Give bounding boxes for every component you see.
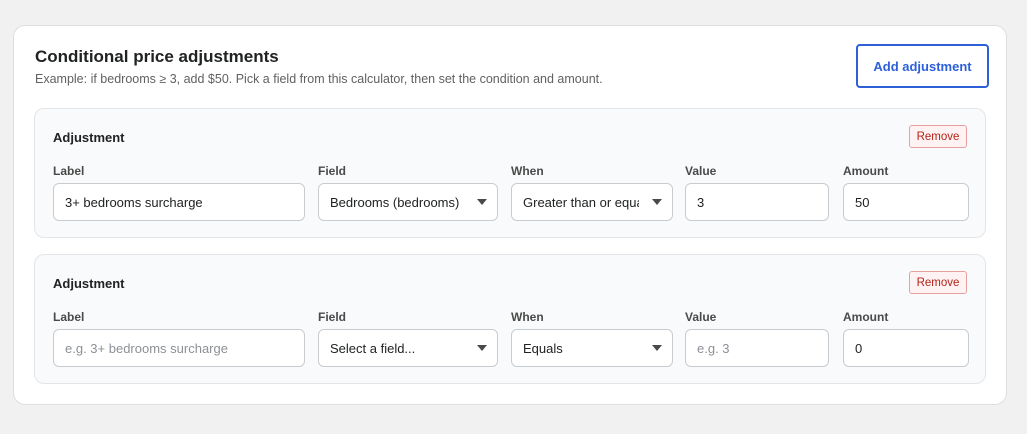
when-select-group: When Greater than or equal	[511, 164, 673, 221]
field-select-label: Field	[318, 310, 347, 324]
when-select-value: Equals	[523, 340, 563, 356]
adjustment-row: Adjustment Remove Label Field Bedrooms (…	[34, 108, 986, 238]
label-input-wrapper	[53, 329, 305, 367]
when-select[interactable]: Greater than or equal	[511, 183, 673, 221]
when-select-value: Greater than or equal	[523, 194, 639, 210]
value-field-group: Value	[685, 310, 829, 367]
label-field-group: Label	[53, 310, 305, 367]
chevron-down-icon	[652, 199, 662, 205]
value-field-label: Value	[685, 310, 717, 324]
label-input[interactable]	[65, 194, 293, 210]
value-field-group: Value	[685, 164, 829, 221]
adjustment-row: Adjustment Remove Label Field Select a f…	[34, 254, 986, 384]
chevron-down-icon	[652, 345, 662, 351]
value-field-label: Value	[685, 164, 717, 178]
when-select[interactable]: Equals	[511, 329, 673, 367]
field-select-value: Bedrooms (bedrooms)	[330, 194, 460, 210]
field-select-group: Field Select a field...	[318, 310, 498, 367]
remove-adjustment-button[interactable]: Remove	[909, 271, 967, 294]
when-select-label: When	[511, 164, 544, 178]
field-select-label: Field	[318, 164, 347, 178]
value-input[interactable]	[697, 194, 817, 210]
remove-adjustment-button[interactable]: Remove	[909, 125, 967, 148]
conditional-price-adjustments-card: Conditional price adjustments Example: i…	[13, 25, 1007, 405]
chevron-down-icon	[477, 199, 487, 205]
amount-input[interactable]	[855, 340, 957, 356]
adjustment-heading: Adjustment	[53, 276, 125, 291]
value-input-wrapper	[685, 183, 829, 221]
value-input[interactable]	[697, 340, 817, 356]
amount-input[interactable]	[855, 194, 957, 210]
amount-input-wrapper	[843, 329, 969, 367]
label-input[interactable]	[65, 340, 293, 356]
adjustment-heading: Adjustment	[53, 130, 125, 145]
amount-input-wrapper	[843, 183, 969, 221]
amount-field-group: Amount	[843, 164, 969, 221]
value-input-wrapper	[685, 329, 829, 367]
when-select-group: When Equals	[511, 310, 673, 367]
card-subtitle: Example: if bedrooms ≥ 3, add $50. Pick …	[35, 72, 603, 86]
label-field-group: Label	[53, 164, 305, 221]
field-select[interactable]: Bedrooms (bedrooms)	[318, 183, 498, 221]
when-select-label: When	[511, 310, 544, 324]
amount-field-group: Amount	[843, 310, 969, 367]
label-field-label: Label	[53, 164, 85, 178]
label-input-wrapper	[53, 183, 305, 221]
card-title: Conditional price adjustments	[35, 47, 279, 66]
amount-field-label: Amount	[843, 164, 889, 178]
field-select[interactable]: Select a field...	[318, 329, 498, 367]
add-adjustment-button[interactable]: Add adjustment	[856, 44, 989, 88]
amount-field-label: Amount	[843, 310, 889, 324]
field-select-group: Field Bedrooms (bedrooms)	[318, 164, 498, 221]
label-field-label: Label	[53, 310, 85, 324]
field-select-value: Select a field...	[330, 340, 416, 356]
chevron-down-icon	[477, 345, 487, 351]
